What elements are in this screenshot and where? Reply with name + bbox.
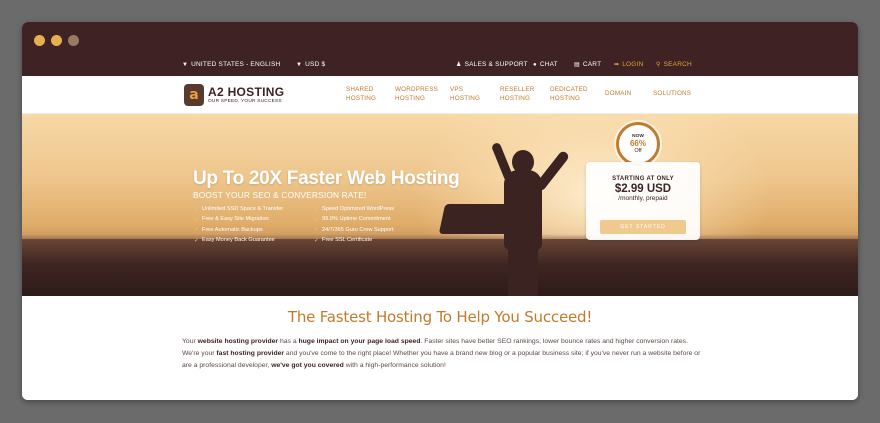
feature-item: ✓ Free Automatic Backups — [194, 226, 263, 234]
chat-bubble-icon: ● — [533, 61, 537, 68]
feature-item: ✓ 24/7/365 Guru Crew Support — [314, 226, 394, 234]
nav-wordpress-hosting[interactable]: WORDPRESS HOSTING — [395, 86, 438, 103]
discount-badge: NOW 66% Off — [616, 122, 660, 166]
sales-support-label: SALES & SUPPORT — [464, 61, 528, 68]
get-started-button[interactable]: GET STARTED — [600, 220, 686, 234]
login-icon: ➡ — [614, 62, 620, 68]
brand-name: A2 HOSTING — [208, 85, 285, 99]
price-card: STARTING AT ONLY $2.99 USD /monthly, pre… — [586, 162, 700, 240]
utility-bar: ▼ UNITED STATES - ENGLISH ▼ USD $ ♟ SALE… — [22, 56, 858, 76]
check-icon: ✓ — [194, 216, 200, 223]
person-icon: ♟ — [456, 62, 462, 68]
cart-label: CART — [582, 61, 602, 68]
currency-label: USD $ — [305, 61, 326, 68]
intro-paragraph: Your website hosting provider has a huge… — [182, 338, 701, 369]
logo-mark-icon: a — [184, 84, 204, 106]
cart-link[interactable]: ▤ CART — [574, 61, 601, 68]
ground — [22, 239, 858, 296]
check-icon: ✓ — [194, 206, 200, 212]
maximize-window-dot[interactable] — [68, 35, 79, 46]
main-navigation: a A2 HOSTING OUR SPEED, YOUR SUCCESS SHA… — [22, 76, 858, 114]
check-icon: ✓ — [314, 227, 320, 233]
check-icon: ✓ — [194, 227, 200, 233]
nav-shared-hosting[interactable]: SHARED HOSTING — [346, 86, 376, 103]
feature-item: ✓ Easy Money Back Guarantee — [194, 237, 275, 244]
feature-item: ✓ 99.9% Uptime Commitment — [314, 216, 391, 223]
hero-banner: Up To 20X Faster Web Hosting BOOST YOUR … — [22, 114, 858, 296]
hero-subtitle: BOOST YOUR SEO & CONVERSION RATE! — [193, 190, 367, 200]
feature-item: ✓ Unlimited SSD Space & Transfer — [194, 205, 284, 213]
child-silhouette-image — [438, 122, 592, 296]
search-label: SEARCH — [663, 61, 692, 68]
badge-percent: 66% — [629, 139, 646, 148]
login-link[interactable]: ➡ LOGIN — [614, 61, 643, 68]
search-link[interactable]: ⚲ SEARCH — [656, 61, 692, 68]
brand-tagline: OUR SPEED, YOUR SUCCESS — [208, 99, 282, 104]
cart-icon: ▤ — [574, 62, 580, 68]
region-selector[interactable]: ▼ UNITED STATES - ENGLISH — [182, 61, 280, 68]
sales-support-link[interactable]: ♟ SALES & SUPPORT — [456, 61, 528, 68]
brand-logo[interactable]: a A2 HOSTING OUR SPEED, YOUR SUCCESS — [184, 84, 284, 106]
browser-window: ▼ UNITED STATES - ENGLISH ▼ USD $ ♟ SALE… — [22, 22, 858, 400]
price-value: $2.99 USD — [614, 183, 672, 195]
feature-item: ✓ Free & Easy Site Migration — [194, 216, 269, 223]
currency-selector[interactable]: ▼ USD $ — [296, 61, 325, 68]
chat-link[interactable]: ● CHAT — [533, 61, 558, 68]
check-icon: ✓ — [314, 206, 320, 212]
check-icon: ✓ — [194, 237, 200, 244]
check-icon: ✓ — [314, 216, 320, 223]
nav-vps-hosting[interactable]: VPS HOSTING — [450, 86, 480, 103]
nav-dedicated-hosting[interactable]: DEDICATED HOSTING — [550, 86, 588, 103]
chat-label: CHAT — [539, 61, 558, 68]
feature-item: ✓ Speed Optimized WordPress — [314, 205, 395, 213]
login-label: LOGIN — [622, 61, 644, 68]
caret-down-icon: ▼ — [182, 61, 189, 68]
feature-list: ✓ Unlimited SSD Space & Transfer ✓ Speed O… — [194, 205, 434, 244]
hero-title: Up To 20X Faster Web Hosting — [193, 168, 460, 189]
nav-solutions[interactable]: SOLUTIONS — [653, 90, 691, 99]
caret-down-icon: ▼ — [296, 61, 303, 68]
nav-reseller-hosting[interactable]: RESELLER HOSTING — [500, 86, 535, 103]
intro-section: The Fastest Hosting To Help You Succeed!… — [22, 296, 858, 400]
check-icon: ✓ — [314, 237, 320, 244]
price-label: STARTING AT ONLY — [612, 176, 674, 182]
search-icon: ⚲ — [656, 62, 661, 68]
region-label: UNITED STATES - ENGLISH — [191, 61, 281, 68]
feature-item: ✓ Free SSL Certificate — [314, 237, 373, 244]
price-period: /monthly, prepaid — [618, 195, 668, 202]
minimize-window-dot[interactable] — [51, 35, 62, 46]
nav-domain[interactable]: DOMAIN — [605, 90, 631, 99]
badge-off-label: Off — [634, 148, 642, 154]
section-title: The Fastest Hosting To Help You Succeed! — [287, 308, 593, 326]
close-window-dot[interactable] — [34, 35, 45, 46]
